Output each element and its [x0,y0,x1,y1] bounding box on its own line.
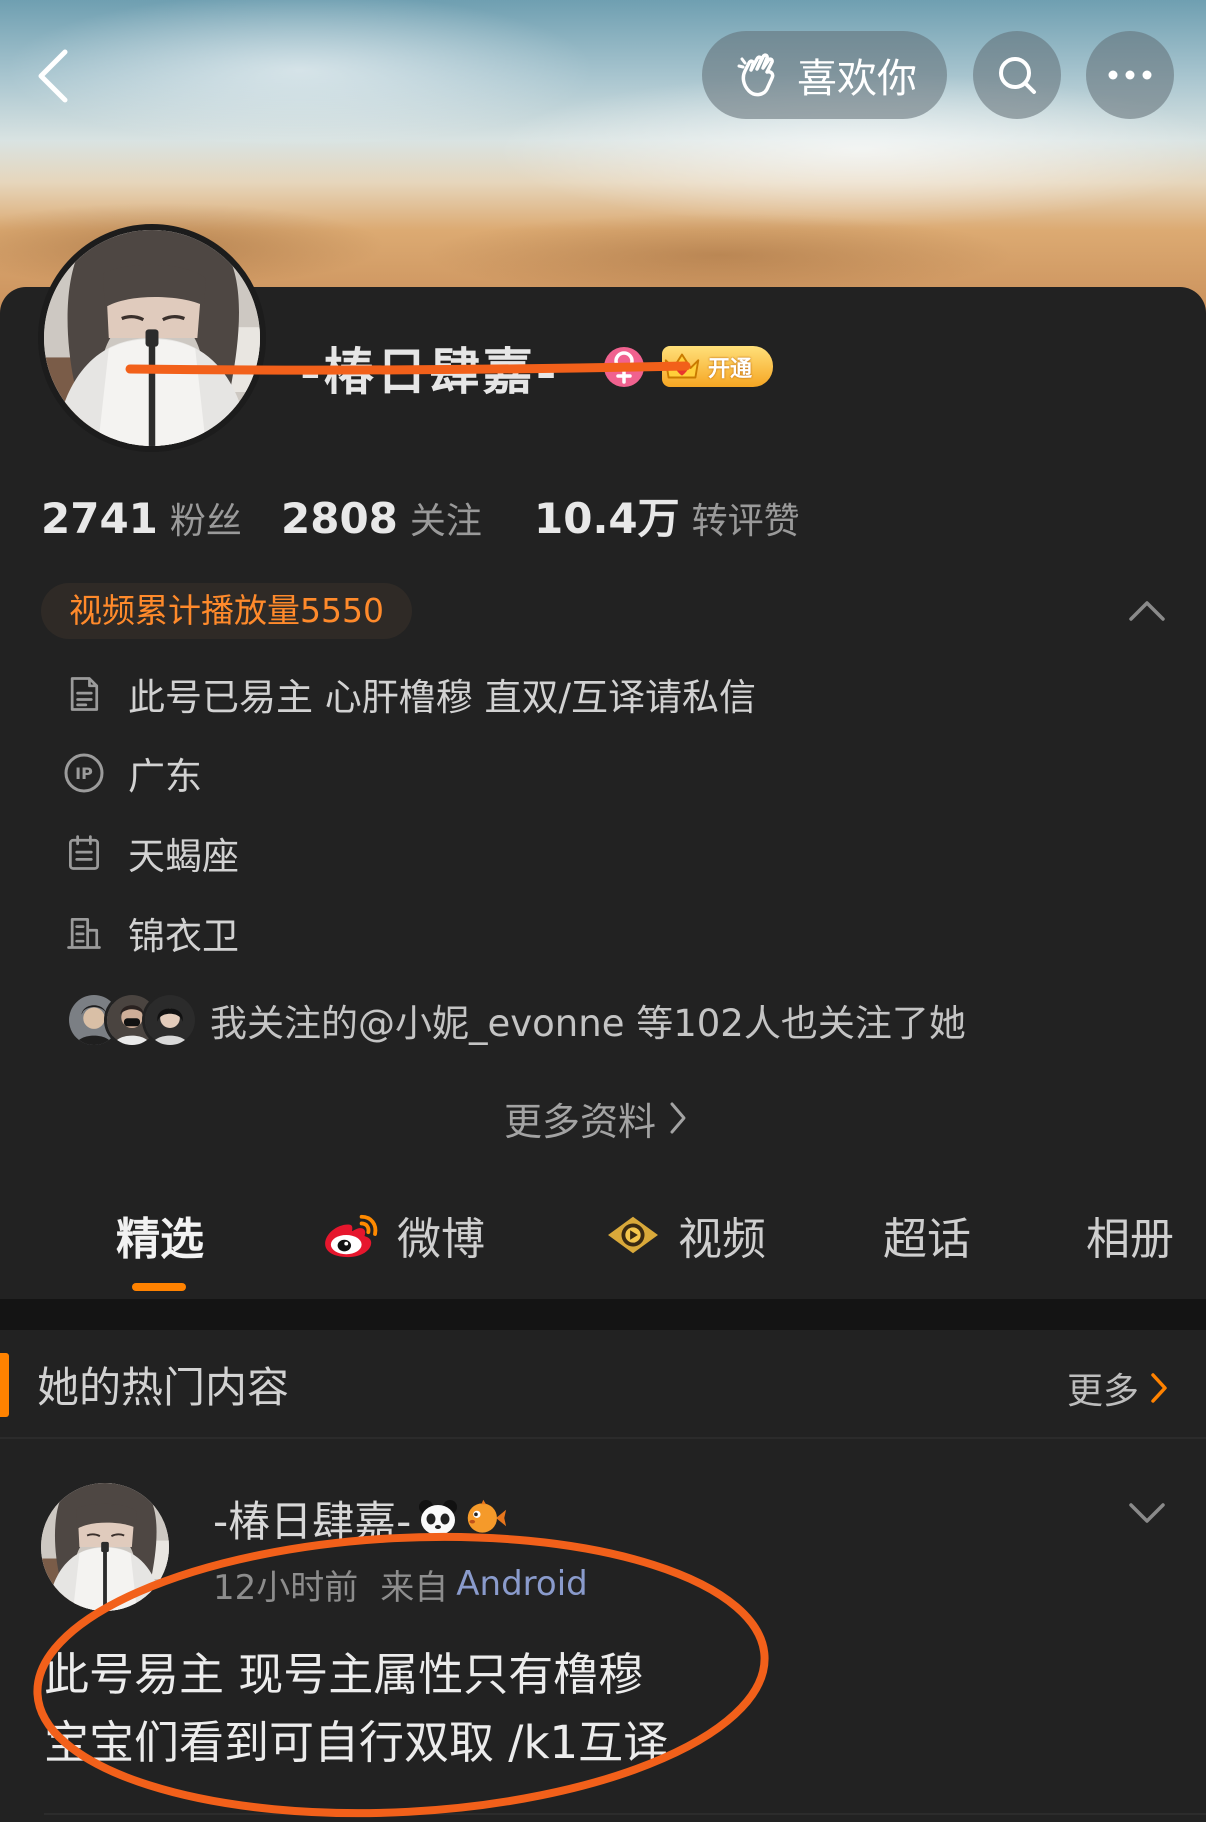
post-text-line: 此号易主 现号主属性只有橹穆 [44,1648,644,1701]
profile-avatar[interactable] [38,224,266,452]
ip-icon: IP [62,751,106,795]
search-icon [999,57,1036,94]
chevron-right-icon [670,1102,686,1134]
followers-stat[interactable]: 2741 粉丝 [41,492,242,546]
video-channel-icon [608,1216,658,1254]
hot-content-more-link[interactable]: 更多 [1067,1360,1169,1416]
active-tab-indicator [132,1283,186,1291]
like-you-label: 喜欢你 [797,56,917,102]
divider [44,1813,1206,1815]
video-plays-badge[interactable]: 视频累计播放量5550 [41,583,412,639]
tab-label: 超话 [883,1214,971,1265]
post-author[interactable]: -椿日肆嘉- [213,1490,507,1546]
tab-album[interactable]: 相册 [1086,1205,1174,1265]
section-separator [0,1299,1206,1330]
tab-label: 视频 [678,1214,766,1265]
avatar-photo [44,230,260,446]
female-icon [604,347,644,387]
back-button[interactable] [28,44,78,108]
more-info-link[interactable]: 更多资料 [504,1090,688,1146]
bio-row: 此号已易主 心肝橹穆 直双/互译请私信 [62,668,756,720]
tab-label: 相册 [1086,1214,1174,1265]
profile-page: 喜欢你 -椿日肆嘉- 开通 2741 粉丝 2808 关注 10.4万 转评赞 … [0,0,1206,1822]
search-button[interactable] [973,31,1061,119]
chevron-right-icon [1151,1373,1167,1403]
more-label: 更多 [1067,1371,1140,1412]
hot-content-title: 她的热门内容 [37,1363,290,1412]
document-icon [62,672,106,716]
tab-featured[interactable]: 精选 [116,1205,204,1265]
stat-label: 关注 [409,501,482,542]
more-info-label: 更多资料 [504,1099,657,1144]
crown-icon [664,353,700,379]
chevron-down-icon[interactable] [1127,1501,1167,1525]
company-row: 锦衣卫 [62,907,239,959]
vip-badge-label: 开通 [708,356,753,382]
like-you-button[interactable]: 喜欢你 [702,31,947,119]
mutual-followers[interactable]: 我关注的@小妮_evonne 等102人也关注了她 [66,992,966,1048]
avatar-photo [41,1483,169,1611]
post-text-line: 宝宝们看到可自行双取 /k1互译 [44,1716,669,1769]
post-author-name: -椿日肆嘉- [213,1496,412,1546]
bio-text: 此号已易主 心肝橹穆 直双/互译请私信 [128,676,756,719]
panda-emoji-icon [419,1500,458,1535]
tab-video[interactable]: 视频 [604,1205,766,1265]
more-options-button[interactable] [1086,31,1174,119]
post-author-avatar[interactable] [41,1483,169,1611]
profile-name: -椿日肆嘉- [300,343,560,401]
ip-icon-text: IP [75,764,93,783]
interactions-stat[interactable]: 10.4万 转评赞 [534,492,800,546]
section-accent-bar [0,1353,9,1417]
ip-location-text: 广东 [128,755,202,798]
company-text: 锦衣卫 [128,915,239,958]
divider [0,1437,1206,1439]
clap-hand-icon [737,53,775,97]
post-meta: 12小时前 来自 Android [213,1562,588,1608]
mutual-followers-text: 我关注的@小妮_evonne 等102人也关注了她 [210,1002,966,1045]
chevron-up-icon[interactable] [1127,599,1167,623]
tab-weibo[interactable]: 微博 [323,1205,485,1265]
weibo-logo-icon [325,1214,378,1258]
chevron-left-icon [38,49,68,103]
pufferfish-emoji-icon [468,1499,507,1533]
stat-label: 转评赞 [691,501,800,542]
post-source[interactable]: Android [456,1564,587,1604]
stat-label: 粉丝 [169,501,242,542]
more-dots-icon [1108,70,1152,80]
stat-value: 2808 [281,494,398,543]
company-icon [62,911,106,955]
tab-super-topic[interactable]: 超话 [883,1205,971,1265]
post-source-prefix: 来自 [380,1567,449,1608]
tab-label: 微博 [397,1214,485,1265]
calendar-icon [62,831,106,875]
post-time: 12小时前 [213,1567,359,1608]
vip-open-badge[interactable]: 开通 [662,346,773,387]
zodiac-text: 天蝎座 [128,835,239,878]
stat-value: 2741 [41,494,158,543]
stat-value: 10.4万 [534,494,680,543]
mutual-avatar [142,992,198,1048]
tab-label: 精选 [116,1214,204,1265]
zodiac-row: 天蝎座 [62,827,239,879]
ip-location-row: IP 广东 [62,747,202,799]
following-stat[interactable]: 2808 关注 [281,492,482,546]
